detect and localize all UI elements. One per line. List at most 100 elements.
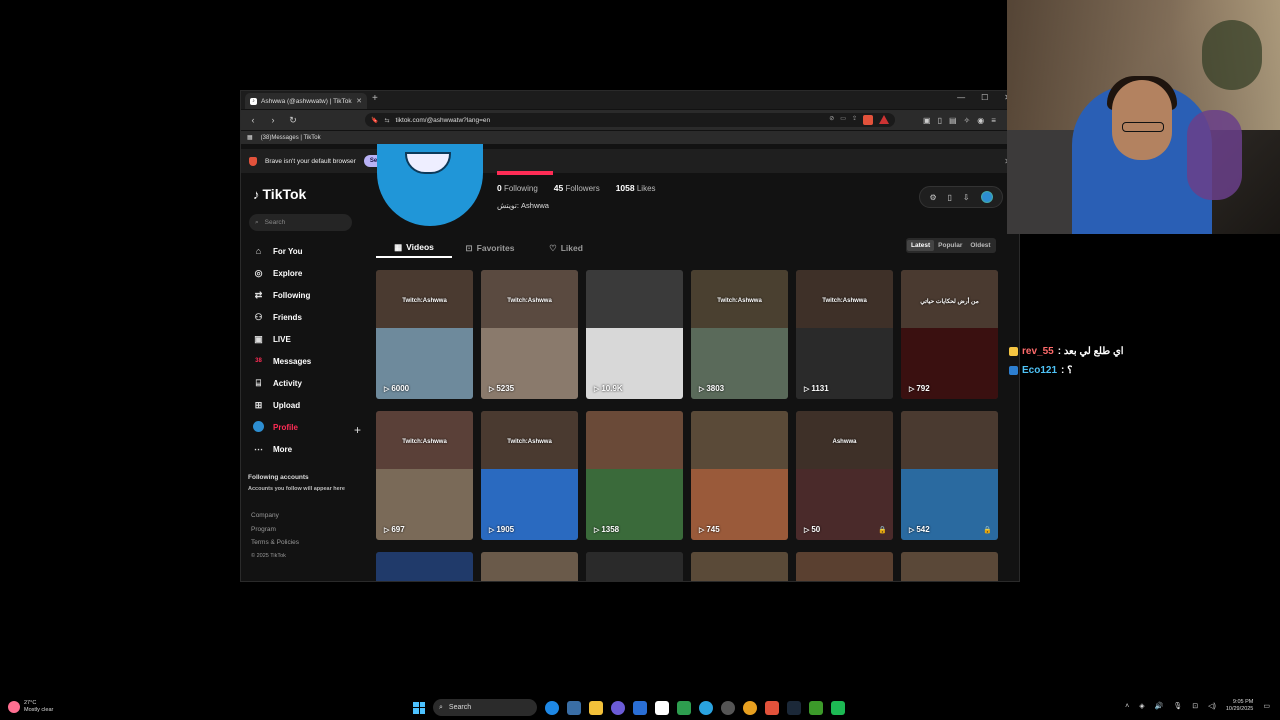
edit-profile-button[interactable] <box>497 171 553 175</box>
logo-text: TikTok <box>262 186 307 202</box>
notifications-icon[interactable]: ▭ <box>1263 702 1270 710</box>
sidebar-item-following[interactable]: ⇄ Following <box>253 284 311 306</box>
spotify-icon[interactable] <box>831 700 845 715</box>
clock[interactable]: 9:05 PM 10/29/2025 <box>1226 699 1254 713</box>
taskbar-search[interactable]: ⌕ Search <box>433 699 537 716</box>
tiktok-logo[interactable]: ♪ TikTok <box>253 186 306 202</box>
video-card[interactable]: Twitch:Ashwwa 1131 <box>796 270 893 399</box>
add-icon[interactable]: + <box>354 423 361 437</box>
edge-icon[interactable] <box>545 700 559 715</box>
video-card[interactable]: Twitch:Ashwwa 5235 <box>481 270 578 399</box>
discord-icon[interactable] <box>611 700 625 715</box>
footer-link-company[interactable]: Company <box>251 512 299 526</box>
puzzle-icon[interactable]: ✧ <box>964 116 971 125</box>
account-avatar[interactable] <box>980 191 993 203</box>
file-explorer-icon[interactable] <box>589 700 603 715</box>
steam-icon[interactable] <box>787 700 801 715</box>
xbox-icon[interactable] <box>809 700 823 715</box>
chrome-icon[interactable] <box>743 700 757 715</box>
bookmark-messages[interactable]: (38)Messages | TikTok <box>261 135 321 141</box>
search-input[interactable]: ⌕ Search <box>249 214 352 231</box>
download-icon[interactable]: ⇩ <box>963 193 970 202</box>
chevron-up-icon[interactable]: ˄ <box>1125 703 1129 710</box>
video-card[interactable]: من أرض لحكايات حياتي 792 <box>901 270 998 399</box>
video-card[interactable]: Twitch:Ashwwa 1905 <box>481 411 578 540</box>
sidebar-item-for-you[interactable]: ⌂ For You <box>253 240 311 262</box>
tab-liked[interactable]: ♡ Liked <box>528 238 604 258</box>
video-card[interactable]: Ashwwa 50 🔒 <box>796 411 893 540</box>
video-card[interactable]: 1358 <box>586 411 683 540</box>
profile-avatar[interactable] <box>377 144 483 226</box>
sidebar-item-explore[interactable]: ◎ Explore <box>253 262 311 284</box>
video-card[interactable] <box>376 552 473 581</box>
phone-icon[interactable]: ▯ <box>948 193 952 202</box>
obs-icon[interactable] <box>721 700 735 715</box>
brave-shields-icon[interactable] <box>863 115 873 125</box>
sidebar-item-profile[interactable]: Profile <box>253 416 311 438</box>
excel-icon[interactable] <box>677 700 691 715</box>
video-card[interactable]: 10.9K <box>586 270 683 399</box>
sidebar-item-live[interactable]: ▣ LIVE <box>253 328 311 350</box>
speaker-icon[interactable]: ◁) <box>1208 702 1216 710</box>
video-card[interactable]: Twitch:Ashwwa 6000 <box>376 270 473 399</box>
site-info-icon[interactable]: ⇆ <box>384 117 389 124</box>
new-tab-icon[interactable]: + <box>372 93 378 104</box>
footer-link-terms[interactable]: Terms & Policies <box>251 539 299 553</box>
sidebar-item-friends[interactable]: ⚇ Friends <box>253 306 311 328</box>
video-card[interactable] <box>481 552 578 581</box>
video-card[interactable]: Twitch:Ashwwa 697 <box>376 411 473 540</box>
video-card[interactable]: Twitch:Ashwwa 3803 <box>691 270 788 399</box>
address-bar[interactable]: 🔖 ⇆ tiktok.com/@ashwwatw?lang=en ⊘ ▭ ⇪ <box>365 113 895 127</box>
epic-icon[interactable] <box>655 700 669 715</box>
video-card[interactable]: 542 🔒 <box>901 411 998 540</box>
following-stat[interactable]: 0 Following <box>497 183 538 193</box>
brave-icon[interactable] <box>765 700 779 715</box>
weather-icon <box>8 701 20 713</box>
video-view-count: 6000 <box>384 384 409 393</box>
tab-favorites[interactable]: ⊡ Favorites <box>452 238 528 258</box>
video-card[interactable] <box>901 552 998 581</box>
video-card[interactable]: 745 <box>691 411 788 540</box>
reload-icon[interactable]: ↻ <box>287 115 299 126</box>
cast-icon[interactable]: ▭ <box>840 115 846 125</box>
sort-popular[interactable]: Popular <box>934 240 966 251</box>
video-card[interactable] <box>586 552 683 581</box>
sidebar-item-more[interactable]: ⋯ More <box>253 438 311 460</box>
apps-icon[interactable]: ▦ <box>247 134 253 141</box>
video-card[interactable] <box>691 552 788 581</box>
windows-start-icon[interactable] <box>413 701 425 714</box>
sidebar-item-messages[interactable]: 38 Messages <box>253 350 311 372</box>
weather-widget[interactable]: 27°C Mostly clear <box>8 700 53 714</box>
microphone-icon[interactable]: 🎙 <box>1173 702 1182 710</box>
no-translate-icon[interactable]: ⊘ <box>829 115 834 125</box>
network-icon[interactable]: ⊡ <box>1192 702 1198 710</box>
vscode-icon[interactable] <box>633 700 647 715</box>
sidebar-item-activity[interactable]: ⌸ Activity <box>253 372 311 394</box>
tray-app-icon[interactable]: ◈ <box>1139 702 1144 710</box>
share-icon[interactable]: ⇪ <box>852 115 857 125</box>
footer-link-program[interactable]: Program <box>251 526 299 540</box>
wallet-icon[interactable]: ▤ <box>949 116 957 125</box>
sort-oldest[interactable]: Oldest <box>966 240 994 251</box>
forward-icon[interactable]: › <box>267 115 279 125</box>
browser-tab[interactable]: ♪ Ashwwa (@ashwwatw) | TikTok ✕ <box>245 93 367 109</box>
minimize-icon[interactable]: — <box>957 93 965 102</box>
close-tab-icon[interactable]: ✕ <box>356 97 362 105</box>
bookmark-icon[interactable]: 🔖 <box>371 117 378 124</box>
back-icon[interactable]: ‹ <box>247 115 259 125</box>
vpn-icon[interactable]: ◉ <box>977 116 984 125</box>
tab-videos[interactable]: ▦ Videos <box>376 238 452 258</box>
mail-icon[interactable] <box>567 700 581 715</box>
menu-icon[interactable]: ≡ <box>991 116 996 125</box>
video-card[interactable] <box>796 552 893 581</box>
telegram-icon[interactable] <box>699 700 713 715</box>
followers-stat[interactable]: 45 Followers <box>554 183 600 193</box>
sidebar-item-upload[interactable]: ⊞ Upload <box>253 394 311 416</box>
sort-latest[interactable]: Latest <box>907 240 935 251</box>
extensions-icon[interactable]: ▣ <box>923 116 931 125</box>
sidebar-toggle-icon[interactable]: ▯ <box>938 116 942 125</box>
volume-icon[interactable]: 🔊 <box>1155 702 1164 710</box>
brave-rewards-icon[interactable] <box>879 115 889 124</box>
settings-icon[interactable]: ⚙ <box>929 193 936 202</box>
maximize-icon[interactable]: ☐ <box>981 93 988 102</box>
